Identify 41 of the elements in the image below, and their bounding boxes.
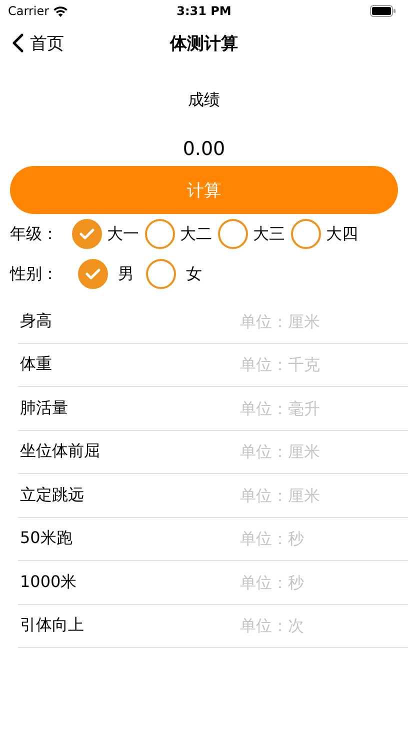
back-icon — [12, 33, 24, 53]
input-field[interactable]: 单位：厘米 — [240, 486, 390, 505]
status-time: 3:31 PM — [176, 4, 232, 18]
field-label: 立定跳远 — [19, 484, 85, 506]
checkmark-icon — [85, 268, 101, 280]
input-field[interactable]: 单位：毫升 — [240, 398, 390, 418]
input-field[interactable]: 单位：千克 — [240, 355, 390, 374]
radio-button[interactable] — [218, 219, 248, 249]
option-label: 大四 — [326, 224, 358, 244]
input-field[interactable]: 单位：秒 — [240, 572, 390, 592]
choice-label: 性别： — [10, 264, 58, 284]
field-label: 1000米 — [19, 572, 78, 593]
input-field[interactable]: 单位：厘米 — [240, 442, 390, 462]
radio-button[interactable] — [146, 259, 176, 289]
checkmark-icon — [79, 228, 95, 240]
option-label: 女 — [186, 264, 202, 284]
radio-button[interactable] — [72, 219, 102, 249]
input-field[interactable]: 单位：厘米 — [240, 312, 390, 331]
field-label: 肺活量 — [19, 398, 69, 419]
field-label: 身高 — [19, 310, 53, 332]
field-label: 引体向上 — [19, 615, 85, 636]
field-label: 50米跑 — [19, 528, 74, 550]
input-field[interactable]: 单位：次 — [240, 616, 390, 636]
input-field[interactable]: 单位：秒 — [240, 529, 390, 548]
score-value: 0.00 — [182, 138, 226, 162]
option-label: 大三 — [253, 224, 285, 244]
wifi-icon — [53, 6, 68, 16]
carrier-label: Carrier — [8, 4, 50, 18]
radio-button[interactable] — [291, 219, 321, 249]
battery-icon — [370, 5, 396, 17]
radio-button[interactable] — [78, 259, 108, 289]
choice-label: 年级： — [10, 224, 58, 244]
option-label: 大二 — [180, 224, 212, 244]
back-button[interactable]: 首页 — [12, 32, 64, 54]
score-label: 成绩 — [188, 90, 220, 111]
field-label: 体重 — [19, 354, 53, 376]
option-label: 大一 — [107, 224, 139, 244]
page-title: 体测计算 — [170, 34, 238, 54]
field-label: 坐位体前屈 — [19, 441, 101, 462]
radio-button[interactable] — [145, 219, 175, 249]
option-label: 男 — [118, 264, 134, 284]
